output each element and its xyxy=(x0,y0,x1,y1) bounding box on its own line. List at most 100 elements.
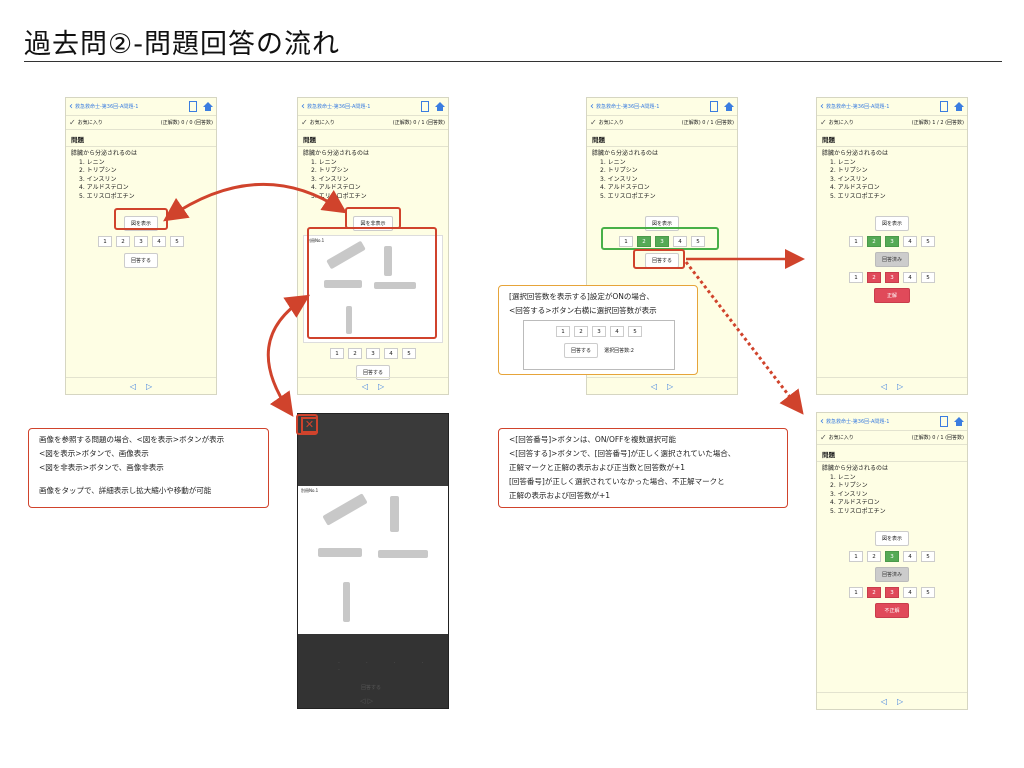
answer-number-1[interactable]: 1 xyxy=(849,236,863,247)
document-icon[interactable] xyxy=(421,101,429,112)
back-chevron-icon[interactable]: ‹ xyxy=(590,101,594,112)
selection-count-label: 選択回答数:2 xyxy=(604,348,634,354)
back-chevron-icon[interactable]: ‹ xyxy=(820,101,824,112)
answer-number-3[interactable]: 3 xyxy=(366,348,380,359)
answer-number-3-selected[interactable]: 3 xyxy=(885,236,899,247)
zoomable-image[interactable]: 別冊No.1 xyxy=(298,486,448,634)
score-text: (正解数) 0 / 1 (回答数) xyxy=(681,120,734,126)
prev-arrow-icon[interactable]: ◁ xyxy=(130,382,136,391)
highlight-show-image xyxy=(114,208,168,230)
next-arrow-icon[interactable]: ▷ xyxy=(146,382,152,391)
correct-badge: 正解 xyxy=(873,288,910,303)
answer-number-4[interactable]: 4 xyxy=(903,236,917,247)
answer-number-2[interactable]: 2 xyxy=(867,551,881,562)
answer-number-4[interactable]: 4 xyxy=(384,348,398,359)
image-viewer-overlay: ✕ 別冊No.1 · · · · · 回答する ◁ ▷ xyxy=(297,413,449,709)
nav-title: 救急救命士-第36回-A問題-1 xyxy=(826,104,890,110)
checkmark-icon[interactable]: ✓ xyxy=(69,118,76,127)
option-3: 3. インスリン xyxy=(311,175,349,183)
document-icon[interactable] xyxy=(940,101,948,112)
figure-pose-2 xyxy=(390,496,399,532)
prev-arrow-icon[interactable]: ◁ xyxy=(881,382,887,391)
question-heading: 問題 xyxy=(298,130,448,147)
phone-screen-correct: ‹ 救急救命士-第36回-A問題-1 ✓ お気に入り (正解数) 1 / 2 (… xyxy=(816,97,968,395)
answered-button: 回答済み xyxy=(874,567,909,582)
home-icon[interactable] xyxy=(954,416,964,427)
document-icon[interactable] xyxy=(940,416,948,427)
question-heading: 問題 xyxy=(817,130,967,147)
checkmark-icon[interactable]: ✓ xyxy=(820,118,827,127)
answer-number-5[interactable]: 5 xyxy=(921,236,935,247)
favorite-label[interactable]: お気に入り xyxy=(310,119,393,126)
question-body: 膵臓から分泌されるのは 1. レニン 2. トリプシン 3. インスリン 4. … xyxy=(587,147,737,204)
highlight-selected-answers xyxy=(601,227,719,250)
back-chevron-icon[interactable]: ‹ xyxy=(69,101,73,112)
answer-number-3-selected[interactable]: 3 xyxy=(885,551,899,562)
home-icon[interactable] xyxy=(954,101,964,112)
question-heading: 問題 xyxy=(817,445,967,462)
option-2: 2. トリプシン xyxy=(830,482,868,489)
answer-number-1[interactable]: 1 xyxy=(330,348,344,359)
checkmark-icon[interactable]: ✓ xyxy=(590,118,597,127)
answer-number-4[interactable]: 4 xyxy=(903,551,917,562)
home-icon[interactable] xyxy=(724,101,734,112)
highlight-hide-image xyxy=(345,207,401,229)
answer-note-box: <[回答番号]>ボタンは、ON/OFFを複数選択可能 <[回答する]>ボタンで、… xyxy=(498,428,788,508)
back-chevron-icon[interactable]: ‹ xyxy=(301,101,305,112)
answer-number-2-selected[interactable]: 2 xyxy=(867,236,881,247)
answer-number-1[interactable]: 1 xyxy=(98,236,112,247)
answer-number-5[interactable]: 5 xyxy=(170,236,184,247)
highlight-answer-button xyxy=(633,249,685,269)
show-image-button[interactable]: 図を表示 xyxy=(874,531,909,546)
answer-number-4[interactable]: 4 xyxy=(152,236,166,247)
question-body: 膵臓から分泌されるのは 1. レニン 2. トリプシン 3. インスリン 4. … xyxy=(817,462,967,519)
checkmark-icon[interactable]: ✓ xyxy=(820,433,827,442)
document-icon[interactable] xyxy=(189,101,197,112)
home-icon[interactable] xyxy=(435,101,445,112)
question-text: 膵臓から分泌されるのは xyxy=(822,465,889,472)
option-4: 4. アルドステロン xyxy=(600,184,650,191)
answer-number-1[interactable]: 1 xyxy=(849,551,863,562)
answer-button[interactable]: 回答する xyxy=(123,253,158,268)
answer-number-3[interactable]: 3 xyxy=(134,236,148,247)
next-arrow-icon[interactable]: ▷ xyxy=(378,382,384,391)
status-row: ✓ お気に入り (正解数) 1 / 2 (回答数) xyxy=(817,116,967,130)
favorite-label[interactable]: お気に入り xyxy=(599,119,682,126)
prev-arrow-icon[interactable]: ◁ xyxy=(651,382,657,391)
preview-number-4: 4 xyxy=(610,326,624,337)
result-number-3-correct: 3 xyxy=(885,587,899,598)
preview-number-3: 3 xyxy=(592,326,606,337)
show-image-button[interactable]: 図を表示 xyxy=(874,216,909,231)
option-4: 4. アルドステロン xyxy=(311,184,361,191)
next-arrow-icon[interactable]: ▷ xyxy=(897,697,903,706)
status-row: ✓ お気に入り (正解数) 0 / 1 (回答数) xyxy=(817,431,967,445)
question-text: 膵臓から分泌されるのは xyxy=(822,150,889,157)
next-arrow-icon[interactable]: ▷ xyxy=(897,382,903,391)
checkmark-icon[interactable]: ✓ xyxy=(301,118,308,127)
answer-number-5[interactable]: 5 xyxy=(402,348,416,359)
next-arrow-icon[interactable]: ▷ xyxy=(667,382,673,391)
prev-arrow-icon[interactable]: ◁ xyxy=(881,697,887,706)
incorrect-badge: 不正解 xyxy=(875,603,909,618)
question-body: 膵臓から分泌されるのは 1. レニン 2. トリプシン 3. インスリン 4. … xyxy=(66,147,216,204)
answer-number-2[interactable]: 2 xyxy=(116,236,130,247)
home-icon[interactable] xyxy=(203,101,213,112)
highlight-close xyxy=(296,414,318,435)
phone-screen-incorrect: ‹ 救急救命士-第36回-A問題-1 ✓ お気に入り (正解数) 0 / 1 (… xyxy=(816,412,968,710)
image-note-box: 画像を参照する問題の場合、<図を表示>ボタンが表示 <図を表示>ボタンで、画像表… xyxy=(28,428,269,508)
favorite-label[interactable]: お気に入り xyxy=(829,119,912,126)
favorite-label[interactable]: お気に入り xyxy=(78,119,161,126)
document-icon[interactable] xyxy=(710,101,718,112)
result-number-1: 1 xyxy=(849,272,863,283)
note-line: 正解マークと正解の表示および正当数と回答数が+1 xyxy=(509,463,686,472)
answer-number-5[interactable]: 5 xyxy=(921,551,935,562)
option-5: 5. エリスロポエチン xyxy=(79,192,135,200)
figure-pose-4 xyxy=(378,550,428,558)
page-nav: ◁ ▷ xyxy=(66,377,216,394)
result-number-2-correct: 2 xyxy=(867,272,881,283)
favorite-label[interactable]: お気に入り xyxy=(829,434,912,441)
dimmed-number-row: · · · · · xyxy=(338,660,436,674)
prev-arrow-icon[interactable]: ◁ xyxy=(362,382,368,391)
back-chevron-icon[interactable]: ‹ xyxy=(820,416,824,427)
answer-number-2[interactable]: 2 xyxy=(348,348,362,359)
